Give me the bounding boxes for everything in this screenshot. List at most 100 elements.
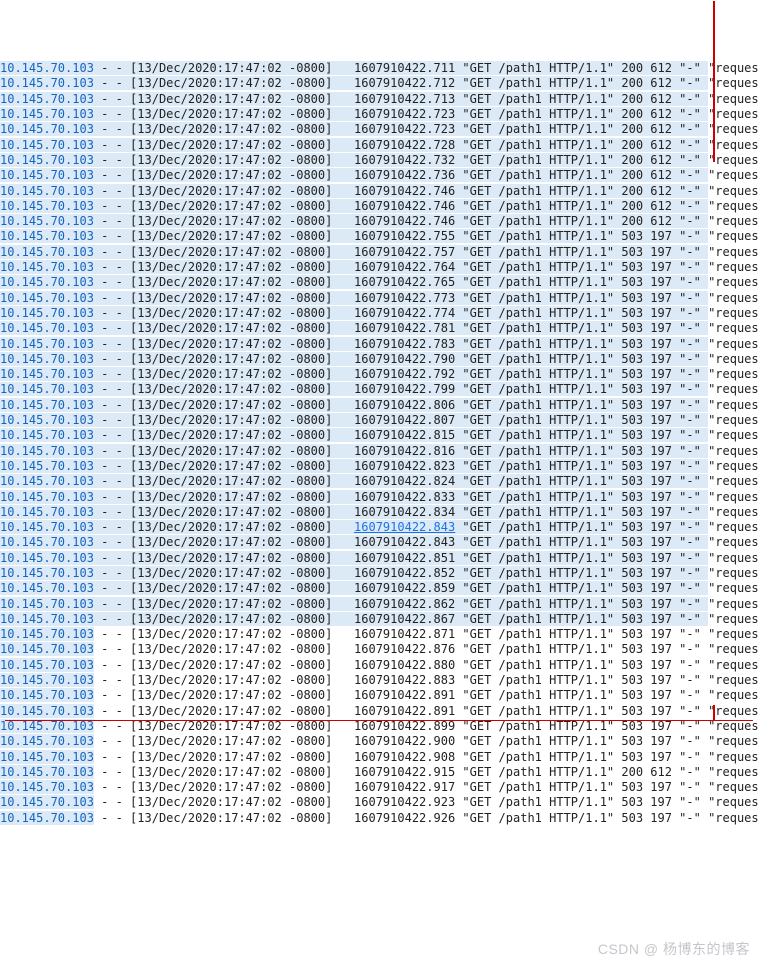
- user-agent: "request23" "-": [708, 398, 758, 412]
- log-body: - - [13/Dec/2020:17:47:02 -0800] 1607910…: [94, 719, 708, 733]
- request-status: "GET /path1 HTTP/1.1" 503 197 "-": [462, 260, 708, 274]
- log-line: 10.145.70.103 - - [13/Dec/2020:17:47:02 …: [0, 153, 758, 168]
- timestamp-brackets: [13/Dec/2020:17:47:02 -0800]: [130, 704, 332, 718]
- log-line: 10.145.70.103 - - [13/Dec/2020:17:47:02 …: [0, 658, 758, 673]
- request-status: "GET /path1 HTTP/1.1" 503 197 "-": [462, 795, 708, 809]
- epoch-ts: 1607910422.915: [354, 765, 455, 779]
- user-agent: "request10" "-": [708, 214, 758, 228]
- red-marker-top: [713, 1, 715, 162]
- request-status: "GET /path1 HTTP/1.1" 200 612 "-": [462, 153, 708, 167]
- ip: 10.145.70.103: [0, 92, 94, 106]
- epoch-ts: 1607910422.851: [354, 551, 455, 565]
- log-body: - - [13/Dec/2020:17:47:02 -0800] 1607910…: [94, 122, 708, 136]
- timestamp-brackets: [13/Dec/2020:17:47:02 -0800]: [130, 688, 332, 702]
- log-line: 10.145.70.103 - - [13/Dec/2020:17:47:02 …: [0, 321, 758, 336]
- epoch-ts: 1607910422.723: [354, 107, 455, 121]
- epoch-ts: 1607910422.900: [354, 734, 455, 748]
- request-status: "GET /path1 HTTP/1.1" 503 197 "-": [462, 535, 708, 549]
- log-line: 10.145.70.103 - - [13/Dec/2020:17:47:02 …: [0, 367, 758, 382]
- request-status: "GET /path1 HTTP/1.1" 503 197 "-": [462, 490, 708, 504]
- red-separator: [5, 720, 753, 721]
- user-agent: "request30" "-": [708, 505, 758, 519]
- request-status: "GET /path1 HTTP/1.1" 200 612 "-": [462, 92, 708, 106]
- ip: 10.145.70.103: [0, 199, 94, 213]
- user-agent: "request2" "-": [708, 107, 758, 121]
- epoch-ts: 1607910422.823: [354, 459, 455, 473]
- epoch-ts: 1607910422.765: [354, 275, 455, 289]
- request-status: "GET /path1 HTTP/1.1" 503 197 "-": [462, 811, 708, 825]
- timestamp-brackets: [13/Dec/2020:17:47:02 -0800]: [130, 505, 332, 519]
- timestamp-brackets: [13/Dec/2020:17:47:02 -0800]: [130, 490, 332, 504]
- epoch-ts: 1607910422.816: [354, 444, 455, 458]
- ip: 10.145.70.103: [0, 382, 94, 396]
- ip: 10.145.70.103: [0, 474, 94, 488]
- log-line: 10.145.70.103 - - [13/Dec/2020:17:47:02 …: [0, 168, 758, 183]
- ip: 10.145.70.103: [0, 811, 94, 825]
- log-body: - - [13/Dec/2020:17:47:02 -0800] 1607910…: [94, 275, 708, 289]
- timestamp-brackets: [13/Dec/2020:17:47:02 -0800]: [130, 581, 332, 595]
- ip: 10.145.70.103: [0, 581, 94, 595]
- request-status: "GET /path1 HTTP/1.1" 503 197 "-": [462, 398, 708, 412]
- user-agent: "request1" "-": [708, 61, 758, 75]
- user-agent: "request29" "-": [708, 490, 758, 504]
- log-body: - - [13/Dec/2020:17:47:02 -0800] 1607910…: [94, 642, 708, 656]
- log-body: - - [13/Dec/2020:17:47:02 -0800] 1607910…: [94, 734, 708, 748]
- timestamp-brackets: [13/Dec/2020:17:47:02 -0800]: [130, 627, 332, 641]
- ip: 10.145.70.103: [0, 627, 94, 641]
- request-status: "GET /path1 HTTP/1.1" 503 197 "-": [462, 704, 708, 718]
- log-body: - - [13/Dec/2020:17:47:02 -0800] 1607910…: [94, 153, 708, 167]
- epoch-ts: 1607910422.773: [354, 291, 455, 305]
- log-line: 10.145.70.103 - - [13/Dec/2020:17:47:02 …: [0, 474, 758, 489]
- user-agent: "request16" "-": [708, 291, 758, 305]
- ip: 10.145.70.103: [0, 750, 94, 764]
- timestamp-brackets: [13/Dec/2020:17:47:02 -0800]: [130, 199, 332, 213]
- epoch-ts: 1607910422.736: [354, 168, 455, 182]
- log-body: - - [13/Dec/2020:17:47:02 -0800] 1607910…: [94, 382, 708, 396]
- epoch-ts: 1607910422.880: [354, 658, 455, 672]
- timestamp-brackets: [13/Dec/2020:17:47:02 -0800]: [130, 795, 332, 809]
- ip: 10.145.70.103: [0, 704, 94, 718]
- log-line: 10.145.70.103 - - [13/Dec/2020:17:47:02 …: [0, 306, 758, 321]
- ip: 10.145.70.103: [0, 398, 94, 412]
- epoch-ts: 1607910422.843: [354, 535, 455, 549]
- request-status: "GET /path1 HTTP/1.1" 503 197 "-": [462, 245, 708, 259]
- epoch-ts: 1607910422.883: [354, 673, 455, 687]
- request-status: "GET /path1 HTTP/1.1" 503 197 "-": [462, 780, 708, 794]
- user-agent: "request28" "-": [708, 474, 758, 488]
- timestamp-brackets: [13/Dec/2020:17:47:02 -0800]: [130, 367, 332, 381]
- user-agent: "request19" "-": [708, 337, 758, 351]
- user-agent: "request9" "-": [708, 184, 758, 198]
- log-body: - - [13/Dec/2020:17:47:02 -0800] 1607910…: [94, 413, 708, 427]
- epoch-ts: 1607910422.746: [354, 214, 455, 228]
- timestamp-brackets: [13/Dec/2020:17:47:02 -0800]: [130, 275, 332, 289]
- request-status: "GET /path1 HTTP/1.1" 503 197 "-": [462, 688, 708, 702]
- log-line: 10.145.70.103 - - [13/Dec/2020:17:47:02 …: [0, 229, 758, 244]
- timestamp-brackets: [13/Dec/2020:17:47:02 -0800]: [130, 306, 332, 320]
- user-agent: "request13" "-": [708, 245, 758, 259]
- log-body: - - [13/Dec/2020:17:47:02 -0800] 1607910…: [94, 168, 708, 182]
- log-body: - - [13/Dec/2020:17:47:02 -0800] 1607910…: [94, 306, 708, 320]
- epoch-ts: 1607910422.834: [354, 505, 455, 519]
- user-agent: "request8" "-": [708, 168, 758, 182]
- epoch-ts: 1607910422.755: [354, 229, 455, 243]
- log-body: - - [13/Dec/2020:17:47:02 -0800] 1607910…: [94, 520, 708, 534]
- request-status: "GET /path1 HTTP/1.1" 503 197 "-": [462, 352, 708, 366]
- user-agent: "request22" "-": [708, 382, 758, 396]
- request-status: "GET /path1 HTTP/1.1" 503 197 "-": [462, 444, 708, 458]
- ip: 10.145.70.103: [0, 612, 94, 626]
- request-status: "GET /path1 HTTP/1.1" 503 197 "-": [462, 551, 708, 565]
- user-agent: "request11" "-": [708, 199, 758, 213]
- ip: 10.145.70.103: [0, 138, 94, 152]
- log-line: 10.145.70.103 - - [13/Dec/2020:17:47:02 …: [0, 612, 758, 627]
- log-body: - - [13/Dec/2020:17:47:02 -0800] 1607910…: [94, 199, 708, 213]
- timestamp-brackets: [13/Dec/2020:17:47:02 -0800]: [130, 765, 332, 779]
- log-body: - - [13/Dec/2020:17:47:02 -0800] 1607910…: [94, 321, 708, 335]
- log-body: - - [13/Dec/2020:17:47:02 -0800] 1607910…: [94, 704, 708, 718]
- epoch-ts: 1607910422.908: [354, 750, 455, 764]
- request-status: "GET /path1 HTTP/1.1" 503 197 "-": [462, 306, 708, 320]
- log-line: 10.145.70.103 - - [13/Dec/2020:17:47:02 …: [0, 719, 758, 734]
- ip: 10.145.70.103: [0, 780, 94, 794]
- request-status: "GET /path1 HTTP/1.1" 503 197 "-": [462, 734, 708, 748]
- user-agent: "request12" "-": [708, 229, 758, 243]
- request-status: "GET /path1 HTTP/1.1" 503 197 "-": [462, 627, 708, 641]
